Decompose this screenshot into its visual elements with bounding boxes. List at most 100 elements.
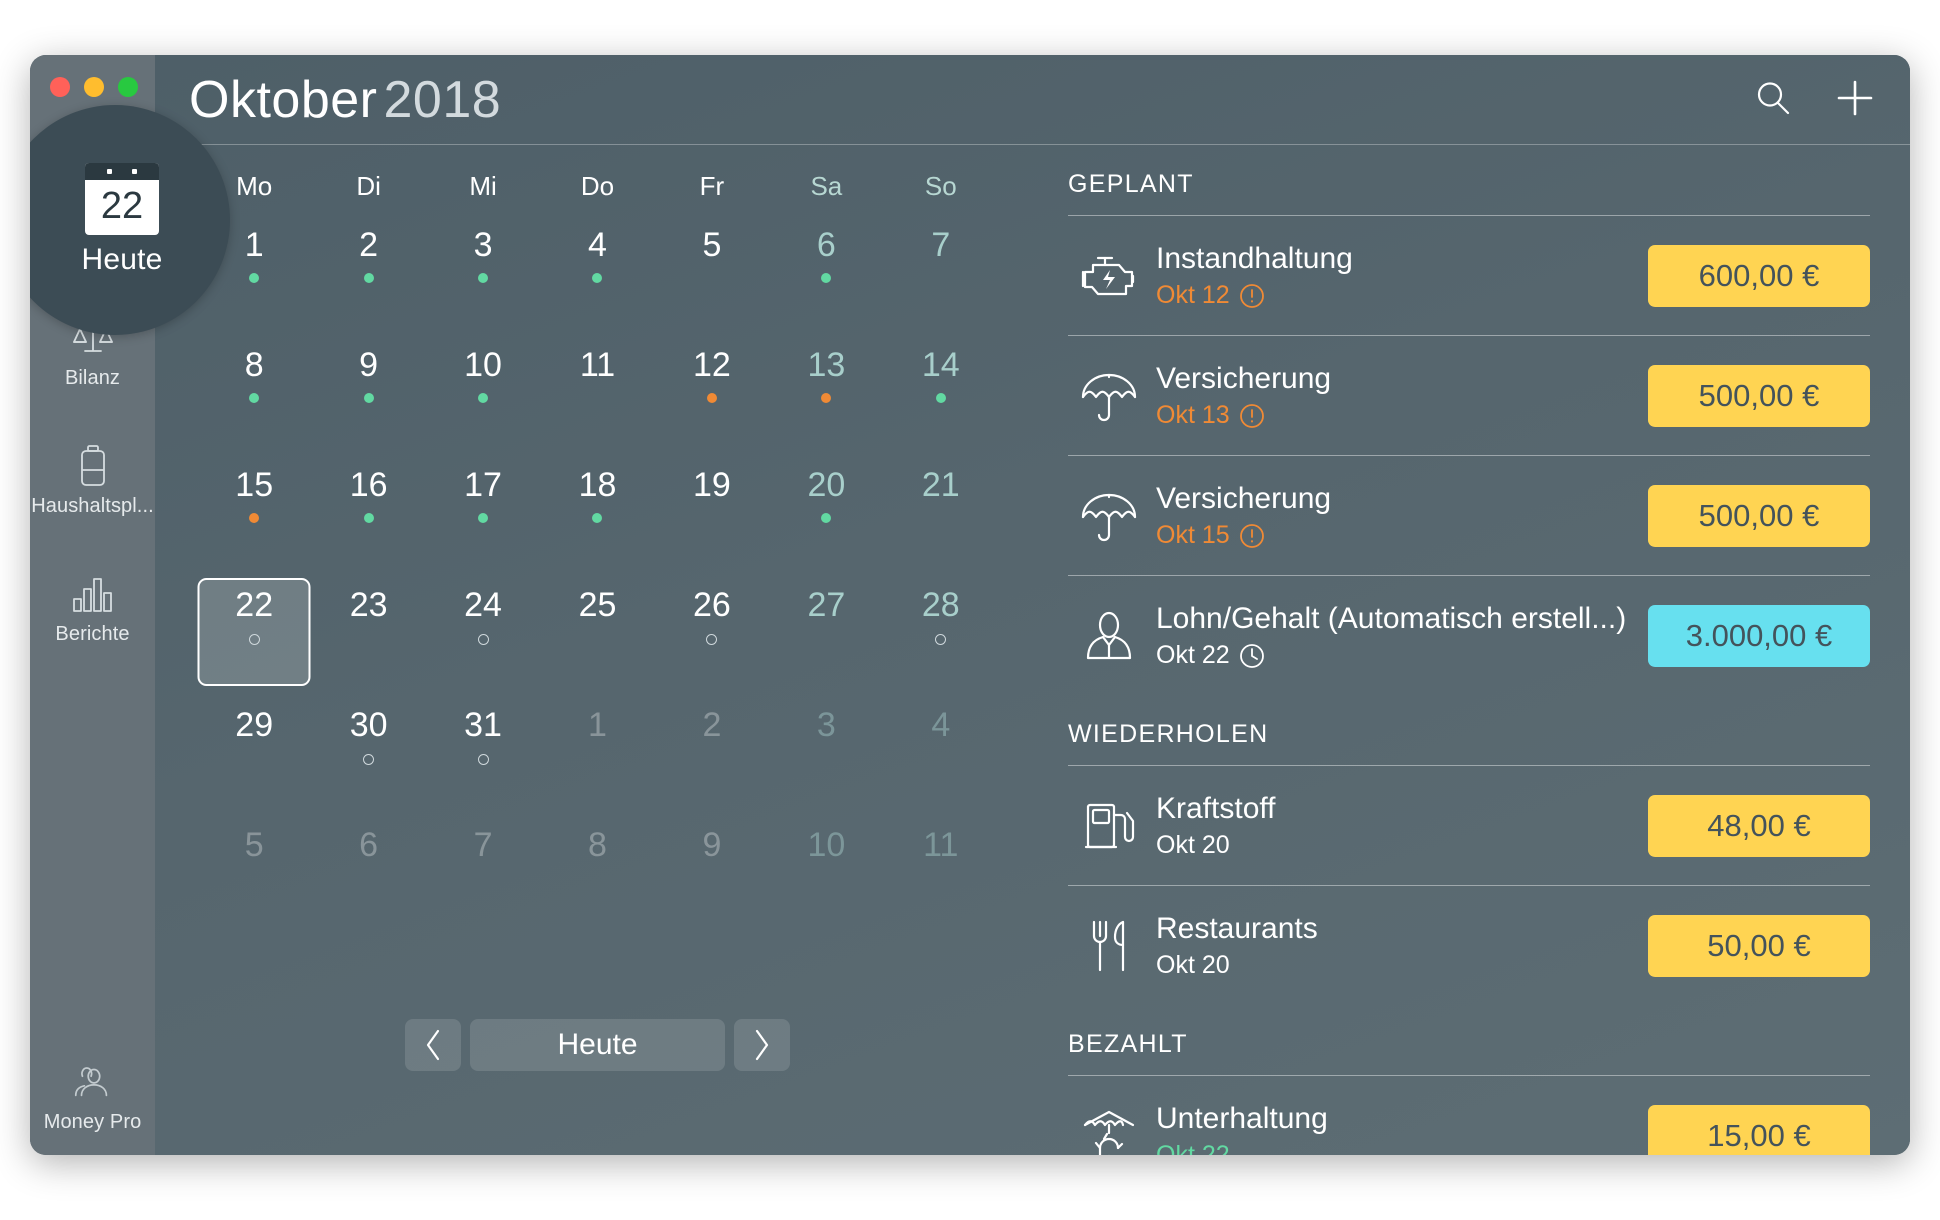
transactions-pane[interactable]: GEPLANT Instandhaltung Okt 12 600,00 € Versi… bbox=[1040, 145, 1910, 1155]
calendar-day-marker-none bbox=[936, 753, 946, 763]
transaction-date: Okt 13 bbox=[1156, 401, 1230, 430]
calendar-day[interactable]: 9 bbox=[655, 816, 769, 936]
calendar-day[interactable]: 25 bbox=[540, 576, 654, 696]
transaction-row[interactable]: Unterhaltung Okt 22 15,00 € bbox=[1068, 1075, 1870, 1155]
transaction-amount-badge[interactable]: 15,00 € bbox=[1648, 1104, 1870, 1155]
calendar-day[interactable]: 31 bbox=[426, 696, 540, 816]
calendar-day[interactable]: 23 bbox=[311, 576, 425, 696]
sidebar-item-label: Haushaltspl... bbox=[31, 495, 154, 517]
calendar-day-number: 16 bbox=[349, 466, 388, 504]
calendar-day[interactable]: 29 bbox=[197, 696, 311, 816]
transaction-amount-badge[interactable]: 48,00 € bbox=[1648, 794, 1870, 857]
warning-icon bbox=[1239, 523, 1265, 549]
section-title: GEPLANT bbox=[1068, 170, 1194, 198]
calendar-day[interactable]: 9 bbox=[311, 336, 425, 456]
transaction-amount-badge[interactable]: 500,00 € bbox=[1648, 364, 1870, 427]
transaction-subtitle: Okt 20 bbox=[1156, 832, 1634, 860]
calendar-day-selected[interactable]: 22 bbox=[197, 576, 311, 696]
engine-icon bbox=[1068, 250, 1150, 302]
calendar-day[interactable]: 2 bbox=[655, 696, 769, 816]
calendar-day[interactable]: 6 bbox=[311, 816, 425, 936]
transaction-amount-badge[interactable]: 50,00 € bbox=[1648, 914, 1870, 977]
calendar-day[interactable]: 18 bbox=[540, 456, 654, 576]
calendar-day-marker-green bbox=[821, 273, 832, 283]
calendar-day[interactable]: 2 bbox=[311, 216, 425, 336]
transaction-date: Okt 20 bbox=[1156, 831, 1230, 860]
calendar-day-number: 28 bbox=[921, 586, 960, 624]
calendar-day[interactable]: 5 bbox=[197, 816, 311, 936]
calendar-day[interactable]: 21 bbox=[884, 456, 998, 576]
calendar-day[interactable]: 7 bbox=[884, 216, 998, 336]
calendar-day[interactable]: 27 bbox=[769, 576, 883, 696]
transaction-text: Kraftstoff Okt 20 bbox=[1150, 791, 1634, 860]
calendar-day[interactable]: 26 bbox=[655, 576, 769, 696]
calendar-day[interactable]: 8 bbox=[197, 336, 311, 456]
calendar-day[interactable]: 6 bbox=[769, 216, 883, 336]
header-actions bbox=[1754, 77, 1876, 124]
calendar-day[interactable]: 3 bbox=[426, 216, 540, 336]
calendar-day-marker-none bbox=[249, 753, 259, 763]
carousel-icon bbox=[1068, 1108, 1150, 1155]
umbrella-icon bbox=[1068, 370, 1150, 422]
sidebar-item-berichte[interactable]: Berichte bbox=[30, 571, 155, 645]
calendar-day[interactable]: 14 bbox=[884, 336, 998, 456]
transaction-amount-badge[interactable]: 3.000,00 € bbox=[1648, 604, 1870, 667]
prev-month-button[interactable] bbox=[405, 1019, 461, 1071]
add-button[interactable] bbox=[1834, 77, 1876, 124]
transaction-text: Lohn/Gehalt (Automatisch erstell...) Okt … bbox=[1150, 601, 1634, 670]
calendar-day-marker-green bbox=[592, 513, 603, 523]
calendar-day-marker-hollow bbox=[477, 754, 489, 765]
calendar-day[interactable]: 24 bbox=[426, 576, 540, 696]
transaction-row[interactable]: Kraftstoff Okt 20 48,00 € bbox=[1068, 765, 1870, 885]
zoom-button[interactable] bbox=[118, 77, 138, 97]
calendar-day-number: 26 bbox=[693, 586, 731, 624]
calendar-day[interactable]: 30 bbox=[311, 696, 425, 816]
transaction-row[interactable]: Instandhaltung Okt 12 600,00 € bbox=[1068, 215, 1870, 335]
transaction-date: Okt 12 bbox=[1156, 281, 1230, 310]
transaction-row[interactable]: Versicherung Okt 15 500,00 € bbox=[1068, 455, 1870, 575]
calendar-day[interactable]: 5 bbox=[655, 216, 769, 336]
calendar-day[interactable]: 19 bbox=[655, 456, 769, 576]
warning-icon bbox=[1239, 403, 1265, 429]
calendar-day[interactable]: 20 bbox=[769, 456, 883, 576]
sidebar-item-haushaltsplan[interactable]: Haushaltspl... bbox=[30, 443, 155, 517]
calendar-day[interactable]: 13 bbox=[769, 336, 883, 456]
transaction-amount-badge[interactable]: 500,00 € bbox=[1648, 484, 1870, 547]
minimize-button[interactable] bbox=[84, 77, 104, 97]
calendar-day[interactable]: 10 bbox=[426, 336, 540, 456]
transaction-date: Okt 22 bbox=[1156, 1142, 1230, 1155]
calendar-day-marker-none bbox=[592, 633, 602, 643]
calendar-day[interactable]: 4 bbox=[540, 216, 654, 336]
transaction-amount-badge[interactable]: 600,00 € bbox=[1648, 244, 1870, 307]
sidebar-item-money-pro[interactable]: Money Pro bbox=[30, 1059, 155, 1133]
transaction-row[interactable]: Versicherung Okt 13 500,00 € bbox=[1068, 335, 1870, 455]
transaction-row[interactable]: Restaurants Okt 20 50,00 € bbox=[1068, 885, 1870, 1005]
close-button[interactable] bbox=[50, 77, 70, 97]
calendar-day[interactable]: 12 bbox=[655, 336, 769, 456]
calendar-day[interactable]: 28 bbox=[884, 576, 998, 696]
calendar-day[interactable]: 15 bbox=[197, 456, 311, 576]
calendar-icon-header bbox=[85, 163, 159, 180]
calendar-day-marker-none bbox=[936, 513, 946, 523]
calendar-day[interactable]: 8 bbox=[540, 816, 654, 936]
next-month-button[interactable] bbox=[734, 1019, 790, 1071]
calendar-day-number: 13 bbox=[807, 346, 846, 384]
calendar-day[interactable]: 1 bbox=[540, 696, 654, 816]
calendar-day[interactable]: 4 bbox=[884, 696, 998, 816]
transaction-row[interactable]: Lohn/Gehalt (Automatisch erstell...) Okt … bbox=[1068, 575, 1870, 695]
calendar-day[interactable]: 11 bbox=[540, 336, 654, 456]
calendar-day[interactable]: 7 bbox=[426, 816, 540, 936]
calendar-day-marker-green bbox=[935, 393, 946, 403]
today-button[interactable]: Heute bbox=[470, 1019, 725, 1071]
cutlery-icon bbox=[1068, 918, 1150, 974]
sidebar-item-label: Bilanz bbox=[64, 367, 121, 389]
search-button[interactable] bbox=[1754, 79, 1792, 122]
calendar-day[interactable]: 16 bbox=[311, 456, 425, 576]
calendar-day[interactable]: 11 bbox=[884, 816, 998, 936]
calendar-day-number: 1 bbox=[588, 706, 607, 744]
warning-icon bbox=[1239, 283, 1265, 309]
calendar-day[interactable]: 10 bbox=[769, 816, 883, 936]
calendar-day[interactable]: 17 bbox=[426, 456, 540, 576]
calendar-day[interactable]: 3 bbox=[769, 696, 883, 816]
calendar-day-number: 2 bbox=[702, 706, 722, 744]
